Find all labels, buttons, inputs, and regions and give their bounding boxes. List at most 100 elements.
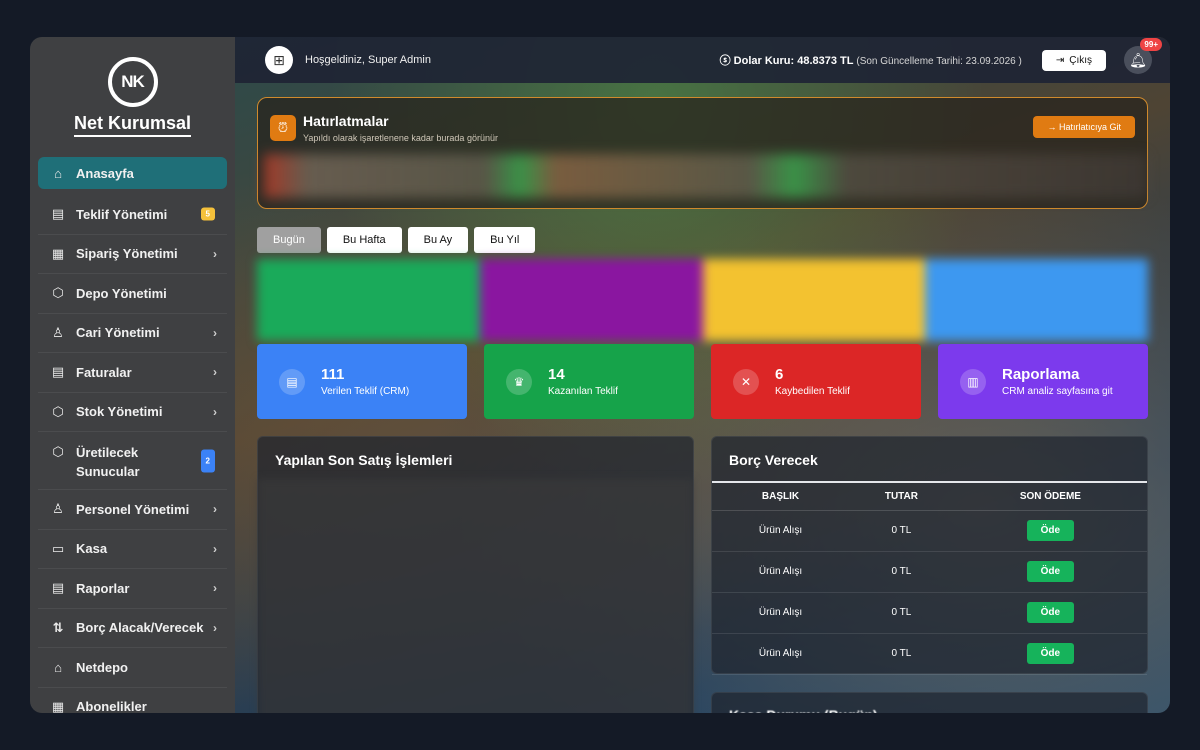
x-circle-icon: ✕ [733, 368, 759, 395]
stat-value: 111 [321, 366, 345, 383]
summary-card-blurred [257, 259, 480, 341]
logout-label: Çıkış [1069, 54, 1092, 66]
sidebar-item-borc-alacak-verecek[interactable]: ⇅ Borç Alacak/Verecek › [38, 609, 227, 648]
sidebar-item-label: Borç Alacak/Verecek [76, 620, 204, 636]
chevron-right-icon: › [213, 404, 217, 419]
user-icon: ♙ [52, 324, 64, 340]
go-to-reminders-button[interactable]: → Hatırlatıcıya Git [1033, 116, 1135, 138]
sidebar-item-label: Sipariş Yönetimi [76, 246, 178, 262]
debt-title-cell: Ürün Alışı [712, 592, 850, 634]
alarm-icon: ⏰︎ [270, 115, 296, 141]
sidebar-item-netdepo[interactable]: ⌂ Netdepo [38, 648, 227, 688]
dollar-icon: ⓢ [719, 55, 731, 67]
pay-button[interactable]: Öde [1026, 602, 1075, 623]
sidebar-item-faturalar[interactable]: ▤ Faturalar › [38, 353, 227, 393]
debt-amount-cell: 0 TL [849, 633, 954, 675]
sidebar-item-abonelikler[interactable]: ▦ Abonelikler [38, 688, 227, 713]
debt-amount-cell: 0 TL [849, 510, 954, 552]
stat-cards: ▤ 111 Verilen Teklif (CRM) ♛ 14 Kazanılan Tek… [257, 344, 1148, 419]
store-icon: ⌂ [54, 659, 62, 675]
sidebar-item-depo-yonetimi[interactable]: ⬡ Depo Yönetimi [38, 274, 227, 314]
chevron-right-icon: › [213, 541, 217, 556]
chevron-right-icon: › [213, 581, 217, 596]
filter-bugun[interactable]: Bugün [257, 227, 321, 253]
stat-label: Verilen Teklif (CRM) [321, 386, 410, 397]
pay-button[interactable]: Öde [1026, 520, 1075, 541]
sidebar-item-anasayfa[interactable]: ⌂ Anasayfa [38, 157, 227, 189]
stat-value: 6 [775, 366, 784, 383]
box-icon: ⬡ [52, 403, 64, 419]
recent-sales-title: Yapılan Son Satış İşlemleri [275, 452, 453, 468]
sidebar-item-label: Teklif Yönetimi [76, 206, 168, 222]
reminders-subtitle: Yapıldı olarak işaretlenene kadar burada… [303, 133, 498, 143]
sidebar-item-label: Netdepo [76, 659, 128, 675]
debt-action-cell: Öde [953, 551, 1147, 593]
chart-icon: ▥ [960, 368, 986, 395]
chevron-right-icon: › [213, 325, 217, 340]
document-icon: ▤ [51, 206, 65, 222]
table-row: Ürün Alışı 0 TL Öde [712, 633, 1147, 675]
reminders-list-blurred [264, 154, 1147, 198]
summary-cards-blurred [257, 259, 1148, 341]
apps-grid-icon[interactable]: ⊞ [265, 46, 293, 74]
sidebar-item-cari-yonetimi[interactable]: ♙ Cari Yönetimi › [38, 314, 227, 353]
stat-card-kazanilan-teklif[interactable]: ♛ 14 Kazanılan Teklif [484, 344, 694, 419]
app-window: NK Net Kurumsal ⌂ Anasayfa ▤ Teklif Yönetim… [30, 37, 1170, 713]
pay-button[interactable]: Öde [1026, 643, 1075, 664]
debt-action-cell: Öde [953, 633, 1147, 675]
sidebar-item-label: Abonelikler [76, 699, 147, 713]
debt-action-cell: Öde [953, 510, 1147, 552]
stat-card-verilen-teklif-crm[interactable]: ▤ 111 Verilen Teklif (CRM) [257, 344, 467, 419]
recent-sales-panel: Yapılan Son Satış İşlemleri [257, 436, 694, 713]
sidebar-item-stok-yonetimi[interactable]: ⬡ Stok Yönetimi › [38, 393, 227, 432]
sidebar-item-label: Raporlar [76, 580, 130, 596]
debt-title-cell: Ürün Alışı [712, 633, 850, 675]
count-badge: 2 [200, 449, 215, 472]
stat-label: Kazanılan Teklif [548, 386, 618, 397]
exchange-rate-value: Dolar Kuru: 48.8373 TL [733, 55, 854, 67]
reminders-title: Hatırlatmalar [303, 113, 389, 129]
debt-title-cell: Ürün Alışı [712, 551, 850, 593]
go-to-reminders-label: Hatırlatıcıya Git [1058, 122, 1121, 132]
filter-bu-yil[interactable]: Bu Yıl [474, 227, 536, 253]
sidebar-item-kasa[interactable]: ▭ Kasa › [38, 530, 227, 569]
column-header: SON ÖDEME [953, 481, 1147, 511]
pay-button[interactable]: Öde [1026, 561, 1075, 582]
stat-card-crm-analiz-sayfasina-git[interactable]: ▥ Raporlama CRM analiz sayfasına git [938, 344, 1148, 419]
users-icon: ♙ [52, 501, 64, 517]
wallet-icon: ▭ [51, 540, 65, 556]
filter-bu-hafta[interactable]: Bu Hafta [326, 227, 402, 253]
debt-title: Borç Verecek [729, 452, 818, 468]
stat-value: 14 [548, 366, 565, 383]
sidebar-item-label: Kasa [76, 541, 108, 557]
bell-icon: 🔔︎ [1129, 51, 1147, 68]
cube-icon: ⬡ [52, 443, 64, 459]
summary-card-blurred [479, 259, 703, 341]
arrow-right-icon: → [1047, 122, 1057, 132]
sidebar-item-uretilecek-sunucular[interactable]: ⬡ Üretilecek Sunucular 2 [38, 432, 227, 490]
topbar: ⊞ Hoşgeldiniz, Super Admin ⓢ Dolar Kuru:… [235, 37, 1170, 83]
sidebar-item-label: Cari Yönetimi [76, 325, 160, 341]
brand-logo[interactable]: NK Net Kurumsal [30, 37, 235, 149]
sidebar-item-label: Anasayfa [76, 165, 134, 181]
calendar-icon: ▦ [51, 698, 65, 713]
home-icon: ⌂ [54, 165, 62, 181]
sidebar-item-personel-yonetimi[interactable]: ♙ Personel Yönetimi › [38, 490, 227, 530]
sidebar-item-siparis-yonetimi[interactable]: ▦ Sipariş Yönetimi › [38, 235, 227, 274]
reminders-panel: ⏰︎ Hatırlatmalar Yapıldı olarak işaretle… [257, 97, 1148, 209]
notifications-button[interactable]: 🔔︎ 99+ [1124, 38, 1162, 74]
debt-title-cell: Ürün Alışı [712, 510, 850, 552]
column-header: TUTAR [849, 481, 954, 511]
stat-card-kaybedilen-teklif[interactable]: ✕ 6 Kaybedilen Teklif [711, 344, 921, 419]
filter-bu-ay[interactable]: Bu Ay [407, 227, 469, 253]
sidebar-item-teklif-yonetimi[interactable]: ▤ Teklif Yönetimi 5 [38, 195, 227, 235]
notification-badge: 99+ [1140, 38, 1162, 51]
sidebar-item-raporlar[interactable]: ▤ Raporlar › [38, 569, 227, 609]
sidebar-item-label: Depo Yönetimi [76, 285, 167, 301]
logo-mark: NK [107, 57, 158, 107]
logout-button[interactable]: ⇥ Çıkış [1041, 49, 1106, 71]
table-row: Ürün Alışı 0 TL Öde [712, 510, 1147, 552]
cash-status-panel: Kasa Durumu (Bugün) [711, 692, 1148, 713]
summary-card-blurred [702, 259, 926, 341]
report-icon: ▤ [51, 580, 65, 596]
